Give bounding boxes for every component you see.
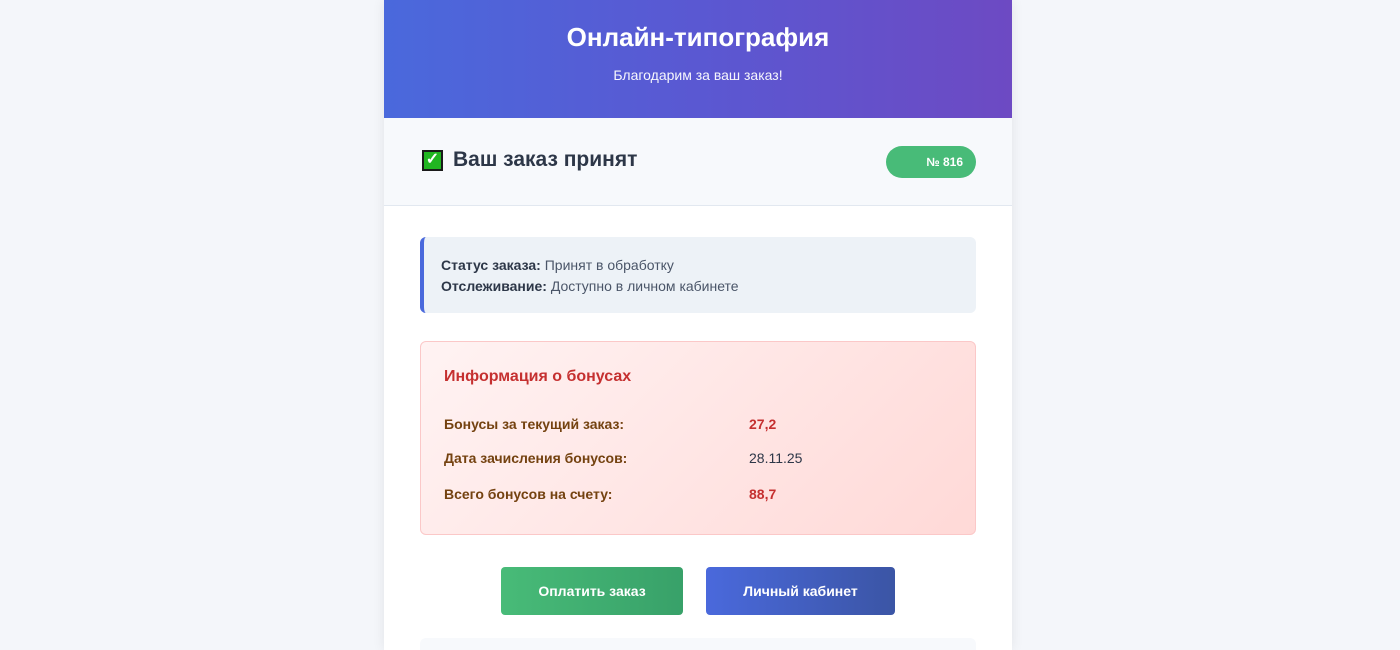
pay-order-button[interactable]: Оплатить заказ <box>501 567 683 615</box>
footer-section <box>420 638 976 650</box>
order-heading: ✓ Ваш заказ принят <box>422 148 637 172</box>
check-mark-icon: ✓ <box>422 149 443 171</box>
order-summary-bar: ✓ Ваш заказ принят № 816 <box>384 118 1012 206</box>
tracking-line: Отслеживание: Доступно в личном кабинете <box>441 276 976 297</box>
status-value: Принят в обработку <box>544 257 674 273</box>
page-subtitle: Благодарим за ваш заказ! <box>613 67 783 83</box>
status-line: Статус заказа: Принят в обработку <box>441 255 976 276</box>
bonus-value: 27,2 <box>749 416 777 432</box>
bonus-value: 88,7 <box>749 486 777 502</box>
bonus-value: 28.11.25 <box>749 450 803 466</box>
order-number-badge: № 816 <box>886 146 976 178</box>
personal-account-button[interactable]: Личный кабинет <box>706 567 895 615</box>
tracking-label: Отслеживание: <box>441 278 547 294</box>
bonus-title: Информация о бонусах <box>444 368 632 385</box>
bonus-label: Дата зачисления бонусов: <box>444 450 628 466</box>
tracking-value: Доступно в личном кабинете <box>550 278 739 294</box>
status-label: Статус заказа: <box>441 257 541 273</box>
bonus-label: Бонусы за текущий заказ: <box>444 416 625 432</box>
bonus-label: Всего бонусов на счету: <box>444 486 613 502</box>
bonus-info-box: Информация о бонусах Бонусы за текущий з… <box>420 341 976 535</box>
order-confirmation-card: Онлайн-типография Благодарим за ваш зака… <box>384 0 1012 650</box>
order-status-box: Статус заказа: Принят в обработку Отслеж… <box>420 237 976 313</box>
header-banner: Онлайн-типография Благодарим за ваш зака… <box>384 0 1012 118</box>
page-title: Онлайн-типография <box>566 22 830 52</box>
order-heading-text: Ваш заказ принят <box>453 148 638 171</box>
